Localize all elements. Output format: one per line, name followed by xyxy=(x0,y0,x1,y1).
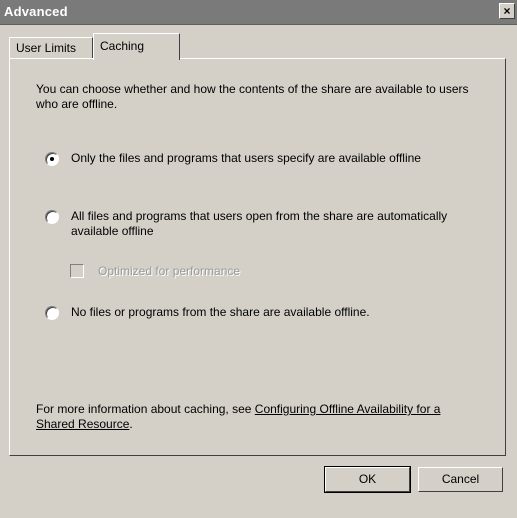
cancel-button[interactable]: Cancel xyxy=(418,467,503,492)
caching-panel xyxy=(9,58,506,456)
tab-user-limits[interactable]: User Limits xyxy=(9,37,93,58)
window-title: Advanced xyxy=(4,4,68,19)
title-bar: Advanced × xyxy=(0,0,517,25)
close-button[interactable]: × xyxy=(499,3,515,19)
close-icon[interactable]: × xyxy=(503,4,510,18)
ok-button[interactable]: OK xyxy=(324,466,411,493)
tab-caching[interactable]: Caching xyxy=(93,33,180,60)
